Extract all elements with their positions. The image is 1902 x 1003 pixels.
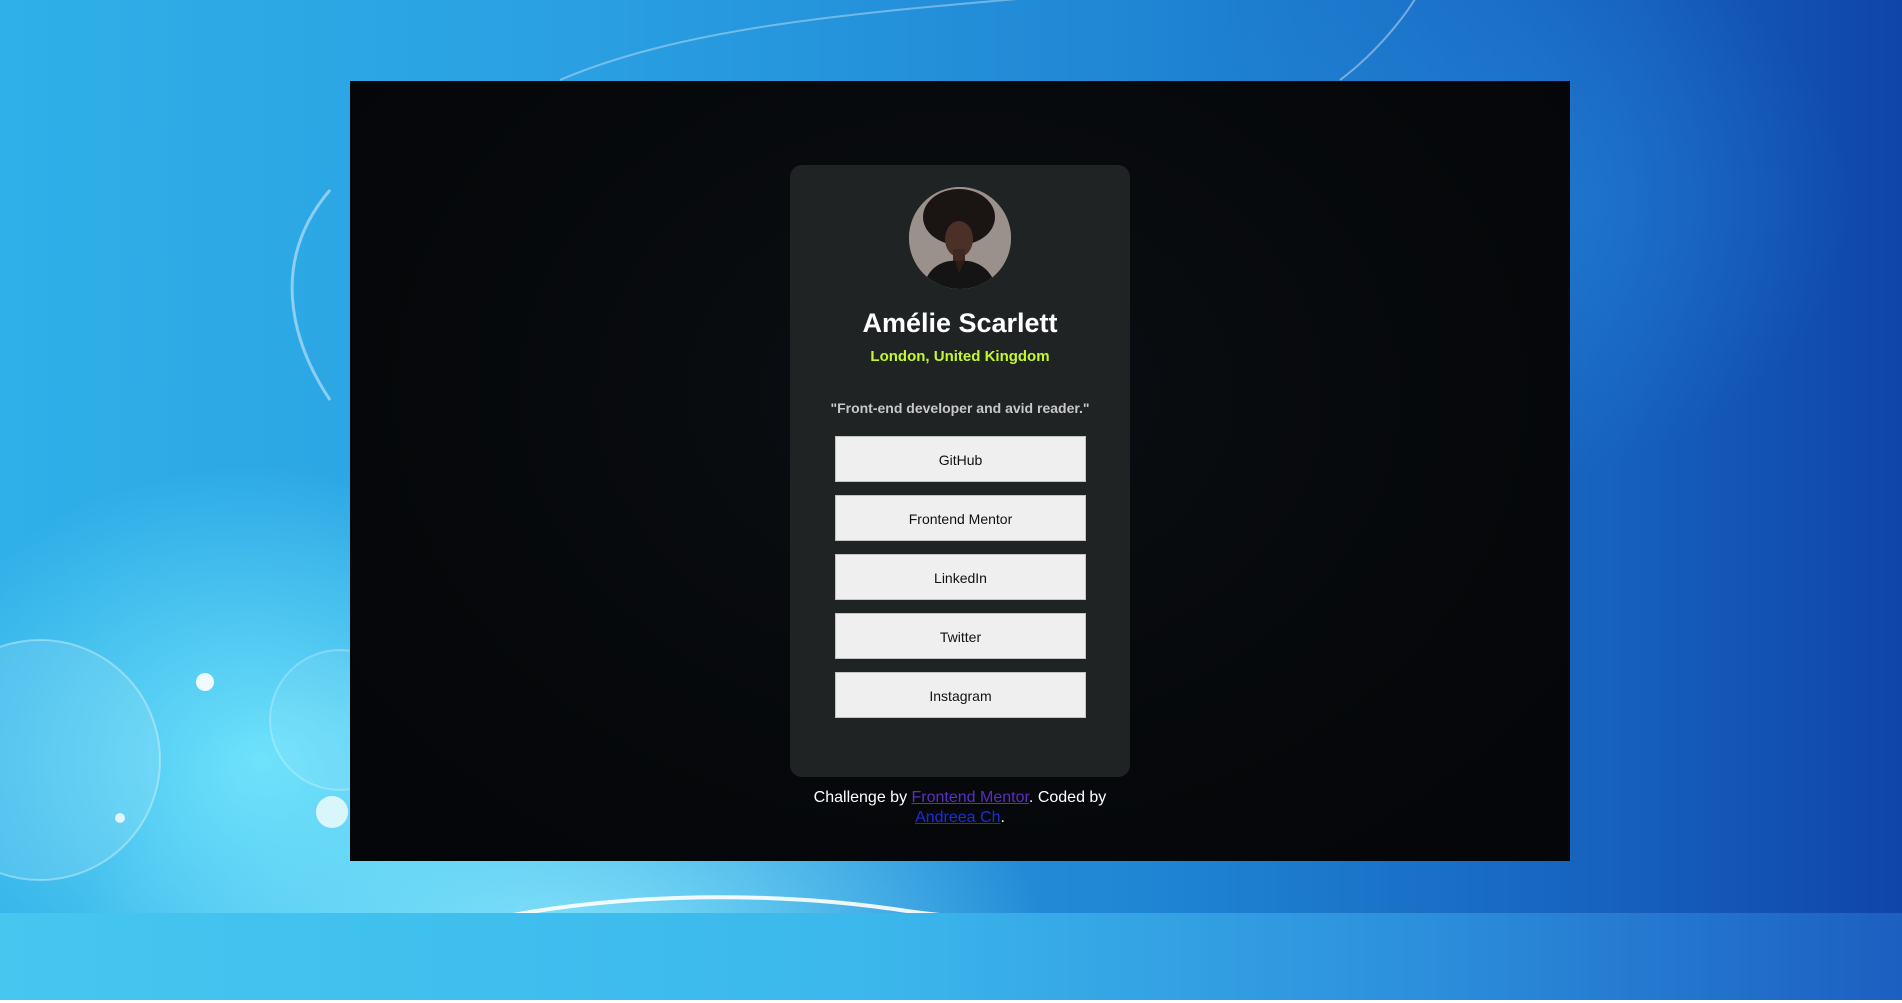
social-links: GitHub Frontend Mentor LinkedIn Twitter … (835, 436, 1086, 731)
desktop-bottom-strip (0, 913, 1902, 1000)
instagram-link-button[interactable]: Instagram (835, 672, 1086, 718)
author-attribution-link[interactable]: Andreea Ch (915, 809, 1000, 826)
attribution-suffix: . (1000, 809, 1005, 826)
profile-bio: "Front-end developer and avid reader." (830, 400, 1090, 416)
profile-name: Amélie Scarlett (862, 308, 1058, 338)
avatar (909, 187, 1011, 289)
attribution: Challenge by Frontend Mentor. Coded by A… (790, 788, 1130, 828)
profile-location: London, United Kingdom (870, 348, 1050, 365)
linkedin-link-button[interactable]: LinkedIn (835, 554, 1086, 600)
avatar-photo (909, 187, 1011, 289)
profile-card: Amélie Scarlett London, United Kingdom "… (790, 165, 1130, 777)
app-window: Amélie Scarlett London, United Kingdom "… (350, 81, 1570, 861)
attribution-middle: . Coded by (1028, 789, 1107, 806)
frontend-mentor-attribution-link[interactable]: Frontend Mentor (912, 789, 1029, 806)
attribution-prefix: Challenge by (813, 789, 912, 806)
github-link-button[interactable]: GitHub (835, 436, 1086, 482)
twitter-link-button[interactable]: Twitter (835, 613, 1086, 659)
frontend-mentor-link-button[interactable]: Frontend Mentor (835, 495, 1086, 541)
